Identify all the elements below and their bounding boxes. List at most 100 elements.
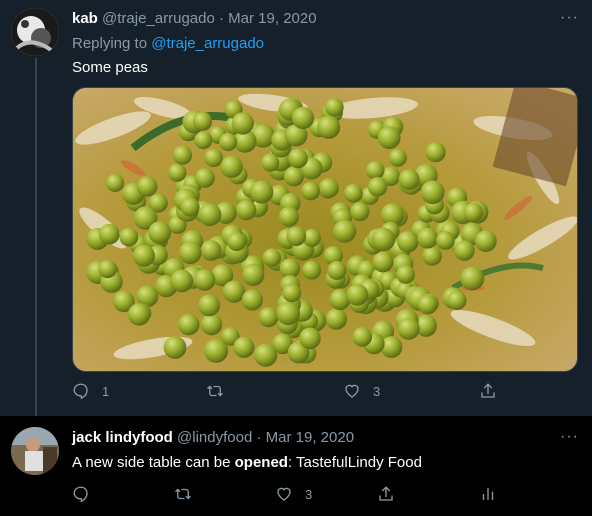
tweet-date[interactable]: Mar 19, 2020 — [266, 429, 354, 446]
user-handle[interactable]: @lindyfood — [177, 429, 252, 446]
avatar[interactable] — [11, 427, 59, 475]
reply-count: 1 — [102, 383, 110, 399]
tweet-text-part: A new side table can be — [72, 454, 235, 471]
analytics-button[interactable] — [479, 484, 497, 504]
like-button[interactable]: 3 — [343, 381, 380, 401]
pea — [317, 115, 341, 139]
tweet-kab[interactable]: kab @traje_arrugado · Mar 19, 2020 ··· R… — [0, 0, 592, 416]
pea — [422, 246, 442, 266]
tweet-text: A new side table can be opened: Tasteful… — [72, 453, 422, 473]
share-button[interactable] — [479, 381, 497, 401]
like-count: 3 — [305, 486, 313, 502]
pea — [398, 169, 420, 191]
pea — [417, 227, 438, 249]
pea — [352, 327, 373, 347]
pea — [425, 142, 446, 163]
pea — [133, 244, 155, 267]
pea — [436, 231, 455, 250]
pea — [333, 219, 357, 243]
pea — [327, 261, 347, 280]
avatar[interactable] — [11, 8, 59, 56]
pea — [367, 177, 388, 197]
avatar-image — [11, 8, 59, 56]
heart-icon — [277, 487, 291, 501]
separator-dot: · — [256, 429, 262, 446]
pea — [396, 265, 415, 284]
pea — [204, 148, 223, 168]
pea — [288, 148, 308, 169]
tweet-text-part: : TastefulLindy Food — [287, 454, 422, 471]
pea — [258, 307, 279, 328]
pea — [119, 227, 139, 247]
pea — [397, 230, 419, 253]
display-name[interactable]: kab — [72, 10, 98, 27]
pea — [397, 317, 420, 340]
pea — [350, 202, 370, 222]
reply-button[interactable] — [72, 484, 102, 504]
display-name[interactable]: jack lindyfood — [72, 429, 173, 446]
pea — [325, 98, 344, 117]
tweet-text-bold: opened — [234, 454, 288, 471]
pea — [163, 336, 187, 359]
pea — [127, 303, 151, 326]
reply-icon — [73, 486, 88, 503]
pea — [193, 269, 216, 291]
pea — [192, 111, 213, 131]
user-handle[interactable]: @traje_arrugado — [102, 10, 215, 27]
pea — [136, 176, 158, 197]
more-horizontal-icon[interactable]: ··· — [560, 429, 579, 445]
pea — [250, 180, 274, 204]
pea — [241, 289, 263, 311]
pea — [227, 232, 247, 252]
pea — [99, 223, 120, 245]
pea — [460, 266, 485, 291]
more-horizontal-icon[interactable]: ··· — [560, 10, 579, 26]
replying-to: Replying to @traje_arrugado — [72, 34, 264, 54]
pea — [388, 148, 407, 167]
pea — [242, 263, 265, 286]
analytics-icon — [482, 488, 494, 500]
separator-dot: · — [219, 10, 224, 27]
pea — [219, 132, 238, 152]
share-icon — [481, 383, 495, 398]
tweet-media-image[interactable] — [72, 87, 578, 372]
retweet-icon — [207, 385, 223, 397]
pea — [236, 199, 257, 221]
pea — [299, 327, 321, 350]
pea — [344, 183, 363, 203]
pea — [233, 336, 255, 358]
retweet-button[interactable] — [206, 381, 236, 401]
share-button[interactable] — [377, 484, 395, 504]
pea — [195, 168, 215, 188]
pea — [454, 240, 475, 261]
heart-icon — [345, 384, 359, 398]
tweet-header: jack lindyfood @lindyfood · Mar 19, 2020 — [72, 428, 354, 448]
pea — [474, 230, 497, 253]
pea — [194, 131, 213, 150]
pea — [372, 251, 394, 273]
pea — [261, 153, 280, 172]
pea — [204, 338, 229, 363]
tweet-date[interactable]: Mar 19, 2020 — [228, 10, 316, 27]
pea — [198, 203, 222, 227]
pea — [463, 202, 483, 223]
retweet-icon — [175, 488, 191, 500]
tweet-header: kab @traje_arrugado · Mar 19, 2020 — [72, 9, 317, 29]
pea — [278, 206, 299, 227]
pea — [180, 197, 200, 217]
pea — [318, 178, 339, 199]
like-button[interactable]: 3 — [275, 484, 312, 504]
tweet-text: Some peas — [72, 59, 148, 76]
reply-button[interactable]: 1 — [72, 381, 109, 401]
share-icon — [379, 486, 393, 501]
retweet-button[interactable] — [174, 484, 204, 504]
replying-prefix: Replying to — [72, 35, 148, 52]
pea — [262, 248, 282, 267]
peas-photo — [73, 88, 577, 371]
replying-mention-link[interactable]: @traje_arrugado — [151, 35, 264, 52]
pea — [447, 290, 467, 310]
pea — [377, 126, 401, 150]
pea — [346, 283, 369, 306]
pea — [301, 181, 320, 201]
pea — [198, 294, 221, 317]
